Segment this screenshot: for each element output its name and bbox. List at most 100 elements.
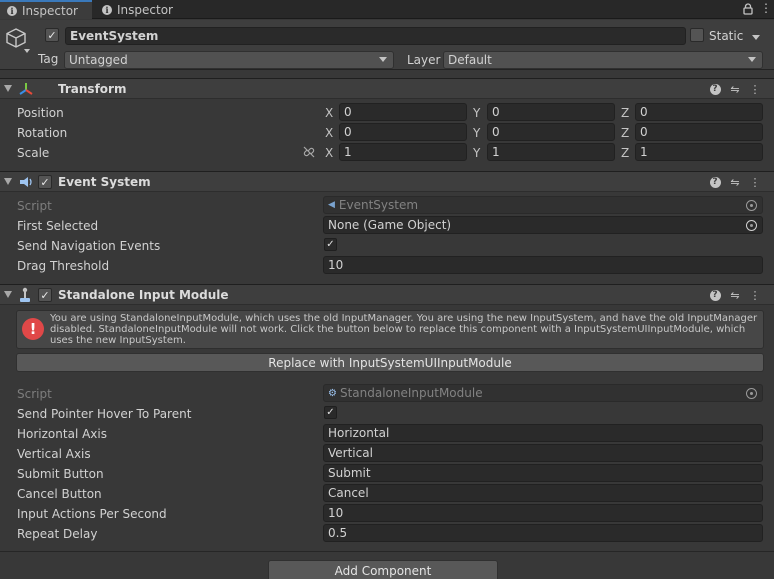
cancel-button-field[interactable]: Cancel [323,484,763,502]
z-axis-label: Z [621,146,630,160]
scale-z-field[interactable]: 1 [635,143,763,161]
tag-value: Untagged [69,53,128,67]
horizontal-axis-field[interactable]: Horizontal [323,424,763,442]
event-system-icon [18,175,34,189]
script-value: EventSystem [338,198,419,212]
send-navigation-checkbox[interactable]: ✓ [324,238,337,251]
script-field: ◀ EventSystem [323,196,763,214]
z-axis-label: Z [621,126,630,140]
input-actions-per-second-field[interactable]: 10 [323,504,763,522]
warning-helpbox: ! You are using StandaloneInputModule, w… [16,310,764,349]
layer-value: Default [448,53,492,67]
script-label: Script [17,199,52,213]
tag-dropdown[interactable]: Untagged [64,51,394,69]
input-module-icon [18,287,32,303]
foldout-icon[interactable] [4,178,12,185]
first-selected-label: First Selected [17,219,99,233]
object-picker-icon[interactable] [746,200,757,211]
transform-icon [18,81,34,97]
x-axis-label: X [325,146,334,160]
drag-threshold-field[interactable]: 10 [323,256,763,274]
object-picker-icon[interactable] [746,388,757,399]
object-picker-icon[interactable] [746,220,757,231]
vertical-axis-label: Vertical Axis [17,447,91,461]
rotation-x-field[interactable]: 0 [339,123,467,141]
tab-bar: i Inspector i Inspector ⋮ [0,0,774,19]
position-z-field[interactable]: 0 [635,103,763,121]
tag-label: Tag [38,52,59,66]
tab-inspector[interactable]: i Inspector [95,0,187,19]
z-axis-label: Z [621,106,630,120]
standalone-input-header[interactable]: ✓ Standalone Input Module ? ⇋ ⋮ [0,284,774,305]
static-label: Static [709,29,744,43]
script-field: ⚙ StandaloneInputModule [323,384,763,402]
error-icon: ! [22,318,44,340]
submit-button-label: Submit Button [17,467,104,481]
tab-label: Inspector [22,3,78,18]
presets-icon[interactable]: ⇋ [728,288,742,302]
replace-module-button[interactable]: Replace with InputSystemUIInputModule [16,353,764,372]
foldout-icon[interactable] [4,85,12,92]
tab-inspector-active[interactable]: i Inspector [0,0,92,19]
x-axis-label: X [325,126,334,140]
help-icon[interactable]: ? [708,288,722,302]
component-enabled-checkbox[interactable]: ✓ [38,288,52,302]
script-icon: ⚙ [328,387,337,399]
position-label: Position [17,106,64,120]
position-y-field[interactable]: 0 [487,103,615,121]
event-system-header[interactable]: ✓ Event System ? ⇋ ⋮ [0,171,774,192]
rotation-z-field[interactable]: 0 [635,123,763,141]
horizontal-axis-label: Horizontal Axis [17,427,107,441]
repeat-delay-field[interactable]: 0.5 [323,524,763,542]
menu-icon[interactable]: ⋮ [760,1,772,15]
component-enabled-checkbox[interactable]: ✓ [38,175,52,189]
y-axis-label: Y [473,106,481,120]
script-value: StandaloneInputModule [339,386,483,400]
info-icon: i [102,4,112,15]
script-label: Script [17,387,52,401]
first-selected-field[interactable]: None (Game Object) [323,216,763,234]
submit-button-field[interactable]: Submit [323,464,763,482]
info-icon: i [7,5,17,16]
static-checkbox[interactable] [690,28,704,42]
presets-icon[interactable]: ⇋ [728,82,742,96]
component-title: Transform [58,82,127,96]
vertical-axis-field[interactable]: Vertical [323,444,763,462]
transform-header[interactable]: Transform ? ⇋ ⋮ [0,78,774,99]
foldout-icon[interactable] [4,291,12,298]
constrain-proportions-icon[interactable] [302,145,316,159]
rotation-y-field[interactable]: 0 [487,123,615,141]
send-hover-label: Send Pointer Hover To Parent [17,407,192,421]
divider [0,551,774,552]
first-selected-value: None (Game Object) [328,218,452,232]
repeat-delay-label: Repeat Delay [17,527,98,541]
tab-label: Inspector [117,2,173,17]
drag-threshold-label: Drag Threshold [17,259,110,273]
layer-dropdown[interactable]: Default [443,51,763,69]
presets-icon[interactable]: ⇋ [728,175,742,189]
scale-x-field[interactable]: 1 [339,143,467,161]
component-title: Event System [58,175,151,189]
scale-y-field[interactable]: 1 [487,143,615,161]
active-checkbox[interactable]: ✓ [45,28,59,42]
input-actions-per-second-label: Input Actions Per Second [17,507,167,521]
cancel-button-label: Cancel Button [17,487,102,501]
gameobject-name-field[interactable]: EventSystem [65,27,686,45]
lock-icon[interactable] [743,3,753,15]
gameobject-header: ✓ EventSystem Static Tag Untagged Layer … [0,20,774,70]
context-menu-icon[interactable]: ⋮ [748,175,762,189]
static-dropdown-icon[interactable] [752,35,760,40]
help-icon[interactable]: ? [708,175,722,189]
context-menu-icon[interactable]: ⋮ [748,288,762,302]
chevron-down-icon[interactable] [24,49,30,53]
position-x-field[interactable]: 0 [339,103,467,121]
rotation-label: Rotation [17,126,68,140]
layer-label: Layer [407,53,441,67]
y-axis-label: Y [473,126,481,140]
send-hover-checkbox[interactable]: ✓ [324,406,337,419]
gameobject-cube-icon[interactable] [5,27,27,49]
add-component-button[interactable]: Add Component [268,560,498,579]
context-menu-icon[interactable]: ⋮ [748,82,762,96]
help-icon[interactable]: ? [708,82,722,96]
send-navigation-label: Send Navigation Events [17,239,161,253]
